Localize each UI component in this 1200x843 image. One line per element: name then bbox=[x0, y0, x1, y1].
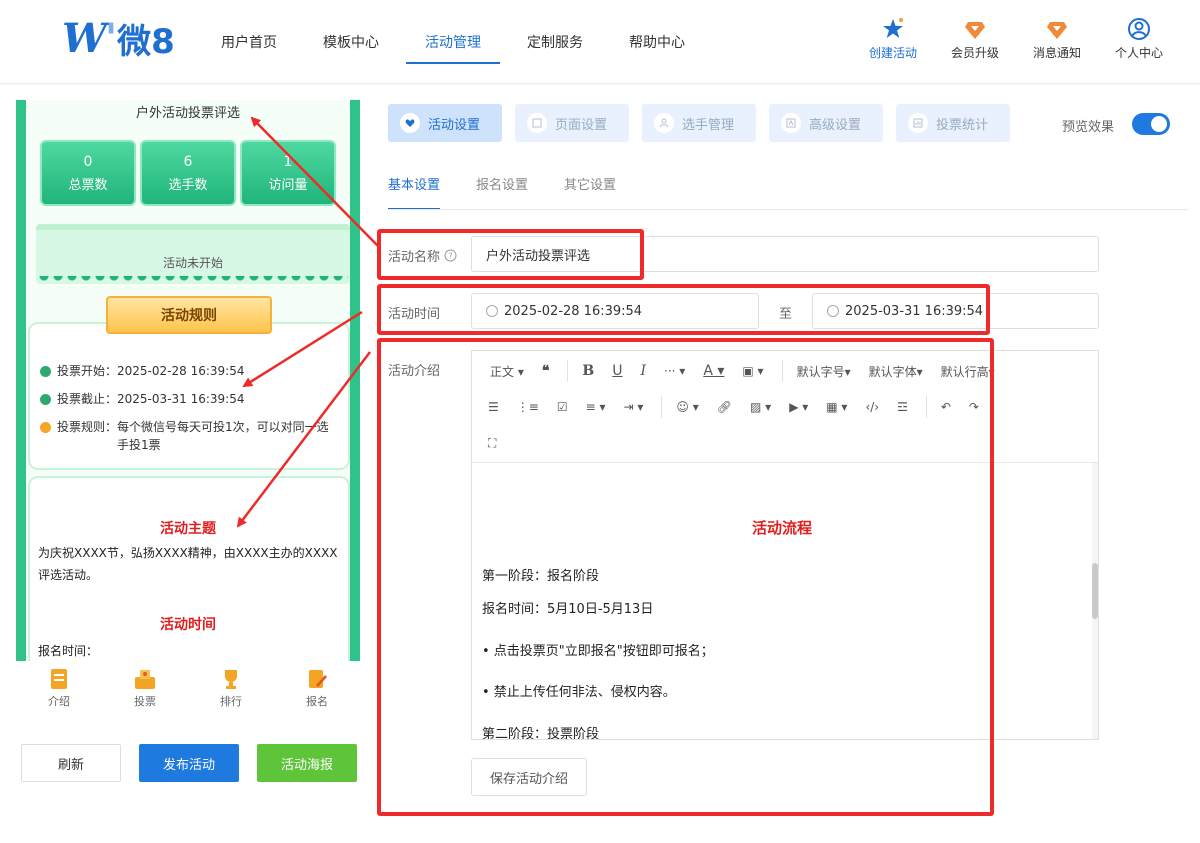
refresh-button[interactable]: 刷新 bbox=[21, 744, 121, 782]
member-upgrade-button[interactable]: 会员升级 bbox=[934, 16, 1016, 61]
preview-effect-label: 预览效果 bbox=[1062, 120, 1115, 135]
stat-label: 总票数 bbox=[68, 177, 108, 193]
tab-label: 活动设置 bbox=[428, 117, 481, 133]
page-icon bbox=[527, 113, 547, 133]
rule-voting: 投票规则： 每个微信号每天可投1次，可以对同一选手投1票 bbox=[40, 418, 336, 454]
top-header: W' 微8 用户首页 模板中心 活动管理 定制服务 帮助中心 创建活动 会员升级… bbox=[0, 0, 1200, 84]
bottom-nav-label: 报名 bbox=[306, 695, 328, 708]
intro-heading-time: 活动时间 bbox=[160, 617, 216, 633]
user-icon bbox=[1126, 16, 1152, 42]
nav-templates[interactable]: 模板中心 bbox=[300, 0, 402, 84]
bottom-nav-ranking[interactable]: 排行 bbox=[201, 661, 261, 717]
notifications-label: 消息通知 bbox=[1032, 46, 1081, 60]
stat-visits: 1 访问量 bbox=[240, 140, 336, 206]
rule-end: 投票截止： 2025-03-31 16:39:54 bbox=[40, 390, 244, 408]
preview-effect-toggle[interactable] bbox=[1132, 113, 1170, 135]
heart-icon bbox=[400, 113, 420, 133]
document-icon bbox=[51, 669, 67, 689]
preview-bottom-nav: 介绍 投票 排行 报名 bbox=[16, 661, 360, 717]
tab-label: 投票统计 bbox=[936, 117, 989, 133]
stat-total-votes: 0 总票数 bbox=[40, 140, 136, 206]
publish-activity-button[interactable]: 发布活动 bbox=[139, 744, 239, 782]
nav-help-center[interactable]: 帮助中心 bbox=[606, 0, 708, 84]
header-tools: 创建活动 会员升级 消息通知 个人中心 bbox=[852, 16, 1180, 61]
logo[interactable]: W' 微8 bbox=[62, 14, 175, 62]
rule-value: 2025-02-28 16:39:54 bbox=[117, 364, 245, 378]
sub-tabs: 基本设置 报名设置 其它设置 bbox=[388, 164, 652, 210]
star-icon bbox=[880, 16, 906, 42]
stat-label: 选手数 bbox=[168, 177, 208, 193]
stats-row: 0 总票数 6 选手数 1 访问量 bbox=[40, 140, 336, 206]
rule-value: 每个微信号每天可投1次，可以对同一选手投1票 bbox=[117, 420, 329, 452]
tab-activity-settings[interactable]: 活动设置 bbox=[388, 104, 502, 142]
rule-label: 投票开始： bbox=[57, 364, 118, 378]
rules-heading: 活动规则 bbox=[106, 296, 272, 334]
annotation-box-intro bbox=[377, 338, 994, 816]
mobile-preview: 户外活动投票评选 0 总票数 6 选手数 1 访问量 活动未开始 活动规则 投票… bbox=[16, 100, 360, 661]
tab-page-settings[interactable]: 页面设置 bbox=[515, 104, 629, 142]
bottom-nav-vote[interactable]: 投票 bbox=[115, 661, 175, 717]
person-icon bbox=[654, 113, 674, 133]
main-nav: 用户首页 模板中心 活动管理 定制服务 帮助中心 bbox=[198, 0, 708, 84]
tab-signup-settings[interactable]: 报名设置 bbox=[476, 164, 528, 210]
bottom-nav-label: 介绍 bbox=[48, 695, 70, 708]
annotation-box-name bbox=[377, 229, 644, 280]
preview-title: 户外活动投票评选 bbox=[135, 106, 240, 121]
bottom-nav-intro[interactable]: 介绍 bbox=[29, 661, 89, 717]
rule-value: 2025-03-31 16:39:54 bbox=[117, 392, 245, 406]
create-activity-label: 创建活动 bbox=[868, 46, 917, 60]
stat-contestants: 6 选手数 bbox=[140, 140, 236, 206]
activity-poster-button[interactable]: 活动海报 bbox=[257, 744, 357, 782]
nav-custom-service[interactable]: 定制服务 bbox=[504, 0, 606, 84]
tab-label: 页面设置 bbox=[555, 117, 608, 133]
diamond-icon bbox=[962, 16, 988, 42]
diamond-icon bbox=[1044, 16, 1070, 42]
create-activity-button[interactable]: 创建活动 bbox=[852, 16, 934, 61]
sub-tabs-divider bbox=[388, 209, 1188, 210]
tab-contestant-management[interactable]: 选手管理 bbox=[642, 104, 756, 142]
bottom-nav-label: 投票 bbox=[134, 695, 156, 708]
edit-icon bbox=[309, 670, 327, 688]
personal-center-label: 个人中心 bbox=[1114, 46, 1163, 60]
stat-value: 1 bbox=[283, 153, 293, 170]
intro-text: 为庆祝XXXX节，弘扬XXXX精神，由XXXX主办的XXXX评选活动。 bbox=[38, 546, 338, 582]
clock-dot-icon bbox=[40, 366, 51, 377]
annotation-box-time bbox=[377, 284, 990, 335]
clock-dot-icon bbox=[40, 394, 51, 405]
intro-text-time: 报名时间： bbox=[38, 644, 99, 658]
stat-value: 0 bbox=[83, 153, 93, 170]
logo-mark: W' bbox=[62, 14, 117, 62]
status-banner: 活动未开始 bbox=[36, 224, 350, 284]
editor-scrollbar[interactable] bbox=[1092, 463, 1098, 739]
info-dot-icon bbox=[40, 422, 51, 433]
tab-advanced-settings[interactable]: 高级设置 bbox=[769, 104, 883, 142]
nav-activity-management[interactable]: 活动管理 bbox=[402, 0, 504, 84]
notifications-button[interactable]: 消息通知 bbox=[1016, 16, 1098, 61]
tab-vote-statistics[interactable]: 投票统计 bbox=[896, 104, 1010, 142]
bottom-nav-label: 排行 bbox=[220, 695, 242, 708]
intro-heading-theme: 活动主题 bbox=[160, 521, 216, 537]
chart-icon bbox=[908, 113, 928, 133]
stat-value: 6 bbox=[183, 153, 193, 170]
member-upgrade-label: 会员升级 bbox=[950, 46, 999, 60]
rule-start: 投票开始： 2025-02-28 16:39:54 bbox=[40, 362, 244, 380]
tab-basic-settings[interactable]: 基本设置 bbox=[388, 164, 441, 210]
bottom-nav-signup[interactable]: 报名 bbox=[287, 661, 347, 717]
nav-home[interactable]: 用户首页 bbox=[198, 0, 300, 84]
personal-center-button[interactable]: 个人中心 bbox=[1098, 16, 1180, 61]
tab-other-settings[interactable]: 其它设置 bbox=[564, 164, 616, 210]
tab-label: 选手管理 bbox=[682, 117, 735, 133]
logo-text: 微8 bbox=[117, 21, 175, 62]
stat-label: 访问量 bbox=[268, 177, 308, 193]
trophy-icon bbox=[225, 670, 237, 689]
advanced-icon bbox=[781, 113, 801, 133]
rule-label: 投票截止： bbox=[57, 392, 118, 406]
ballot-box-icon bbox=[135, 670, 155, 689]
activity-status: 活动未开始 bbox=[162, 256, 223, 270]
settings-tabs: 活动设置 页面设置 选手管理 高级设置 投票统计 bbox=[388, 104, 1010, 142]
tab-label: 高级设置 bbox=[809, 117, 862, 133]
scallop-divider bbox=[38, 276, 348, 286]
rule-label: 投票规则： bbox=[57, 420, 118, 434]
